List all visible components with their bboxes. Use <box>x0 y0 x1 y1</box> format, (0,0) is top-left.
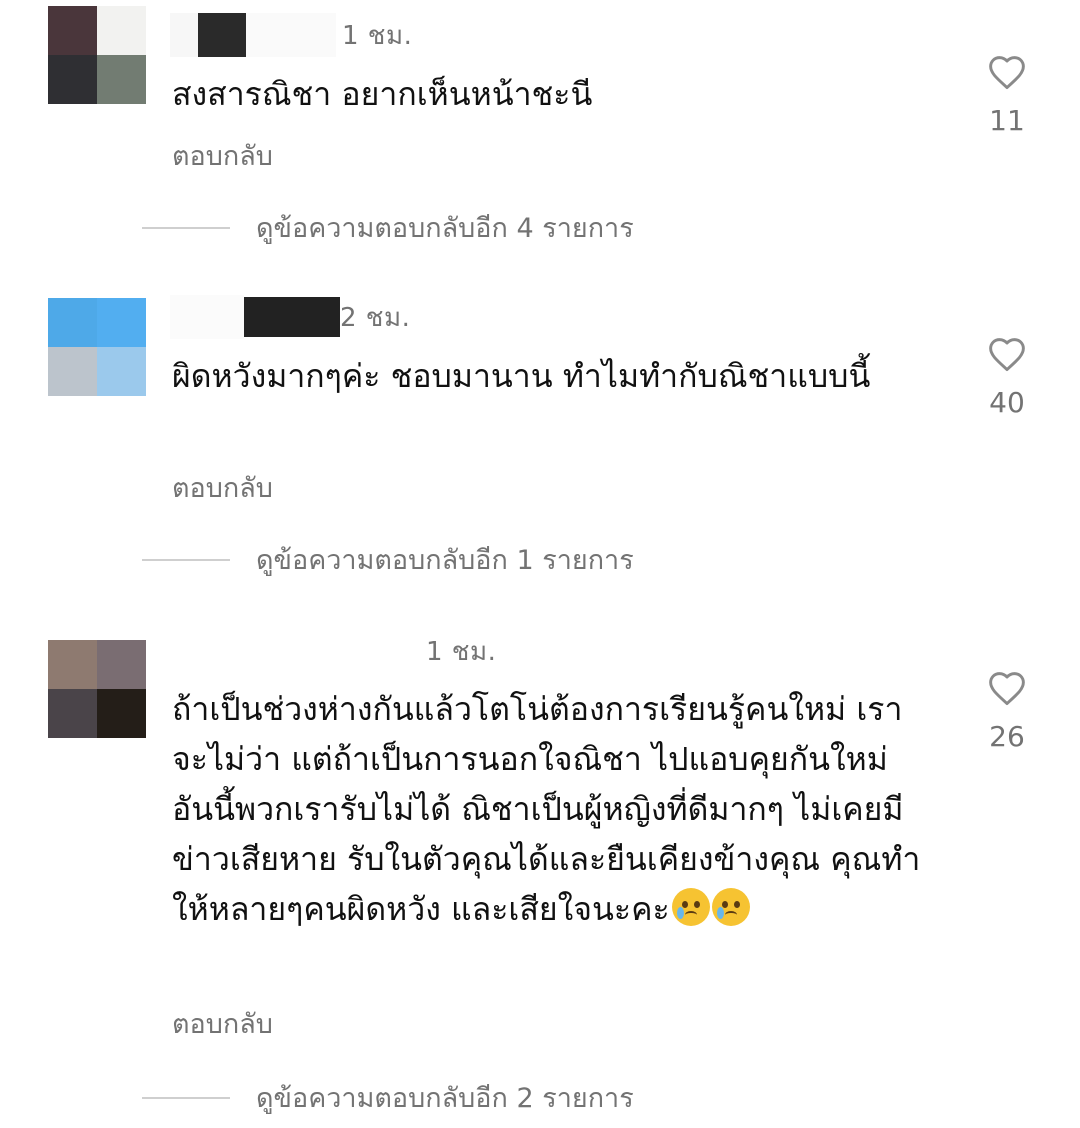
heart-outline-icon[interactable] <box>987 670 1027 706</box>
username-redacted <box>246 13 336 57</box>
comment-meta: 2 ชม. <box>170 292 410 342</box>
view-more-replies-label[interactable]: ดูข้อความตอบกลับอีก 2 รายการ <box>256 1076 634 1119</box>
username-redacted[interactable] <box>170 629 420 673</box>
username-redacted <box>170 295 244 339</box>
like-count: 11 <box>989 104 1025 137</box>
username-redacted[interactable] <box>198 13 246 57</box>
like-button[interactable]: 11 <box>975 54 1039 137</box>
heart-outline-icon[interactable] <box>987 336 1027 372</box>
comment-text: ถ้าเป็นช่วงห่างกันแล้วโตโน่ต้องการเรียนร… <box>172 684 922 934</box>
reply-button[interactable]: ตอบกลับ <box>172 1002 273 1045</box>
like-count: 40 <box>989 386 1025 419</box>
comment-text-body: ถ้าเป็นช่วงห่างกันแล้วโตโน่ต้องการเรียนร… <box>172 690 921 928</box>
comment-text: สงสารณิชา อยากเห็นหน้าชะนี <box>172 75 593 113</box>
username-redacted[interactable] <box>244 297 340 337</box>
divider-line <box>142 558 230 561</box>
heart-outline-icon[interactable] <box>987 54 1027 90</box>
view-more-replies[interactable]: ดูข้อความตอบกลับอีก 2 รายการ <box>142 1076 634 1119</box>
view-more-replies[interactable]: ดูข้อความตอบกลับอีก 1 รายการ <box>142 538 634 581</box>
crying-face-icon <box>711 888 750 926</box>
crying-face-icon <box>671 888 710 926</box>
like-button[interactable]: 40 <box>975 336 1039 419</box>
reply-button[interactable]: ตอบกลับ <box>172 134 273 177</box>
comment-time: 2 ชม. <box>340 302 411 333</box>
divider-line <box>142 226 230 229</box>
comment-time: 1 ชม. <box>426 636 497 667</box>
comment-time: 1 ชม. <box>342 20 413 51</box>
view-more-replies[interactable]: ดูข้อความตอบกลับอีก 4 รายการ <box>142 206 634 249</box>
comment-meta: 1 ชม. <box>170 626 496 676</box>
view-more-replies-label[interactable]: ดูข้อความตอบกลับอีก 4 รายการ <box>256 206 634 249</box>
view-more-replies-label[interactable]: ดูข้อความตอบกลับอีก 1 รายการ <box>256 538 634 581</box>
divider-line <box>142 1096 230 1099</box>
like-count: 26 <box>989 720 1025 753</box>
like-button[interactable]: 26 <box>975 670 1039 753</box>
avatar[interactable] <box>48 298 146 396</box>
comment-text: ผิดหวังมากๆค่ะ ชอบมานาน ทำไมทำกับณิชาแบบ… <box>172 357 871 395</box>
reply-button[interactable]: ตอบกลับ <box>172 466 273 509</box>
avatar[interactable] <box>48 640 146 738</box>
comment-meta: 1 ชม. <box>170 10 412 60</box>
avatar[interactable] <box>48 6 146 104</box>
